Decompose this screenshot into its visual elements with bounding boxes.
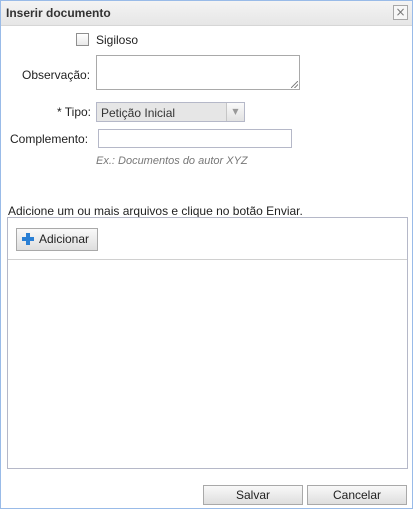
- upload-instruction: Adicione um ou mais arquivos e clique no…: [8, 204, 303, 218]
- close-icon[interactable]: ×: [393, 5, 408, 20]
- save-button-label: Salvar: [235, 488, 270, 502]
- save-button[interactable]: Salvar: [203, 485, 303, 505]
- observacao-textarea[interactable]: [96, 55, 300, 90]
- plus-icon: [22, 233, 34, 245]
- cancel-button-label: Cancelar: [332, 488, 382, 502]
- tipo-select-value: Petição Inicial: [101, 106, 176, 120]
- add-file-button[interactable]: Adicionar: [16, 228, 98, 251]
- observacao-label: Observação:: [22, 68, 91, 82]
- resize-grip-icon[interactable]: [291, 81, 298, 88]
- sigiloso-checkbox[interactable]: [76, 33, 89, 46]
- dialog-title: Inserir documento: [6, 6, 111, 20]
- upload-panel: Adicionar: [7, 217, 408, 469]
- complemento-input[interactable]: [98, 129, 292, 148]
- add-file-label: Adicionar: [39, 232, 90, 246]
- chevron-down-icon[interactable]: ▼: [226, 103, 244, 121]
- dialog-titlebar[interactable]: Inserir documento ×: [1, 1, 412, 26]
- insert-document-dialog: Inserir documento × Sigiloso Observação:…: [0, 0, 413, 509]
- tipo-label: * Tipo:: [57, 105, 92, 119]
- sigiloso-label: Sigiloso: [96, 33, 139, 47]
- complemento-label: Complemento:: [10, 132, 89, 146]
- tipo-select[interactable]: Petição Inicial ▼: [96, 102, 245, 122]
- upload-toolbar: Adicionar: [8, 218, 407, 260]
- complemento-hint: Ex.: Documentos do autor XYZ: [96, 155, 248, 167]
- cancel-button[interactable]: Cancelar: [307, 485, 407, 505]
